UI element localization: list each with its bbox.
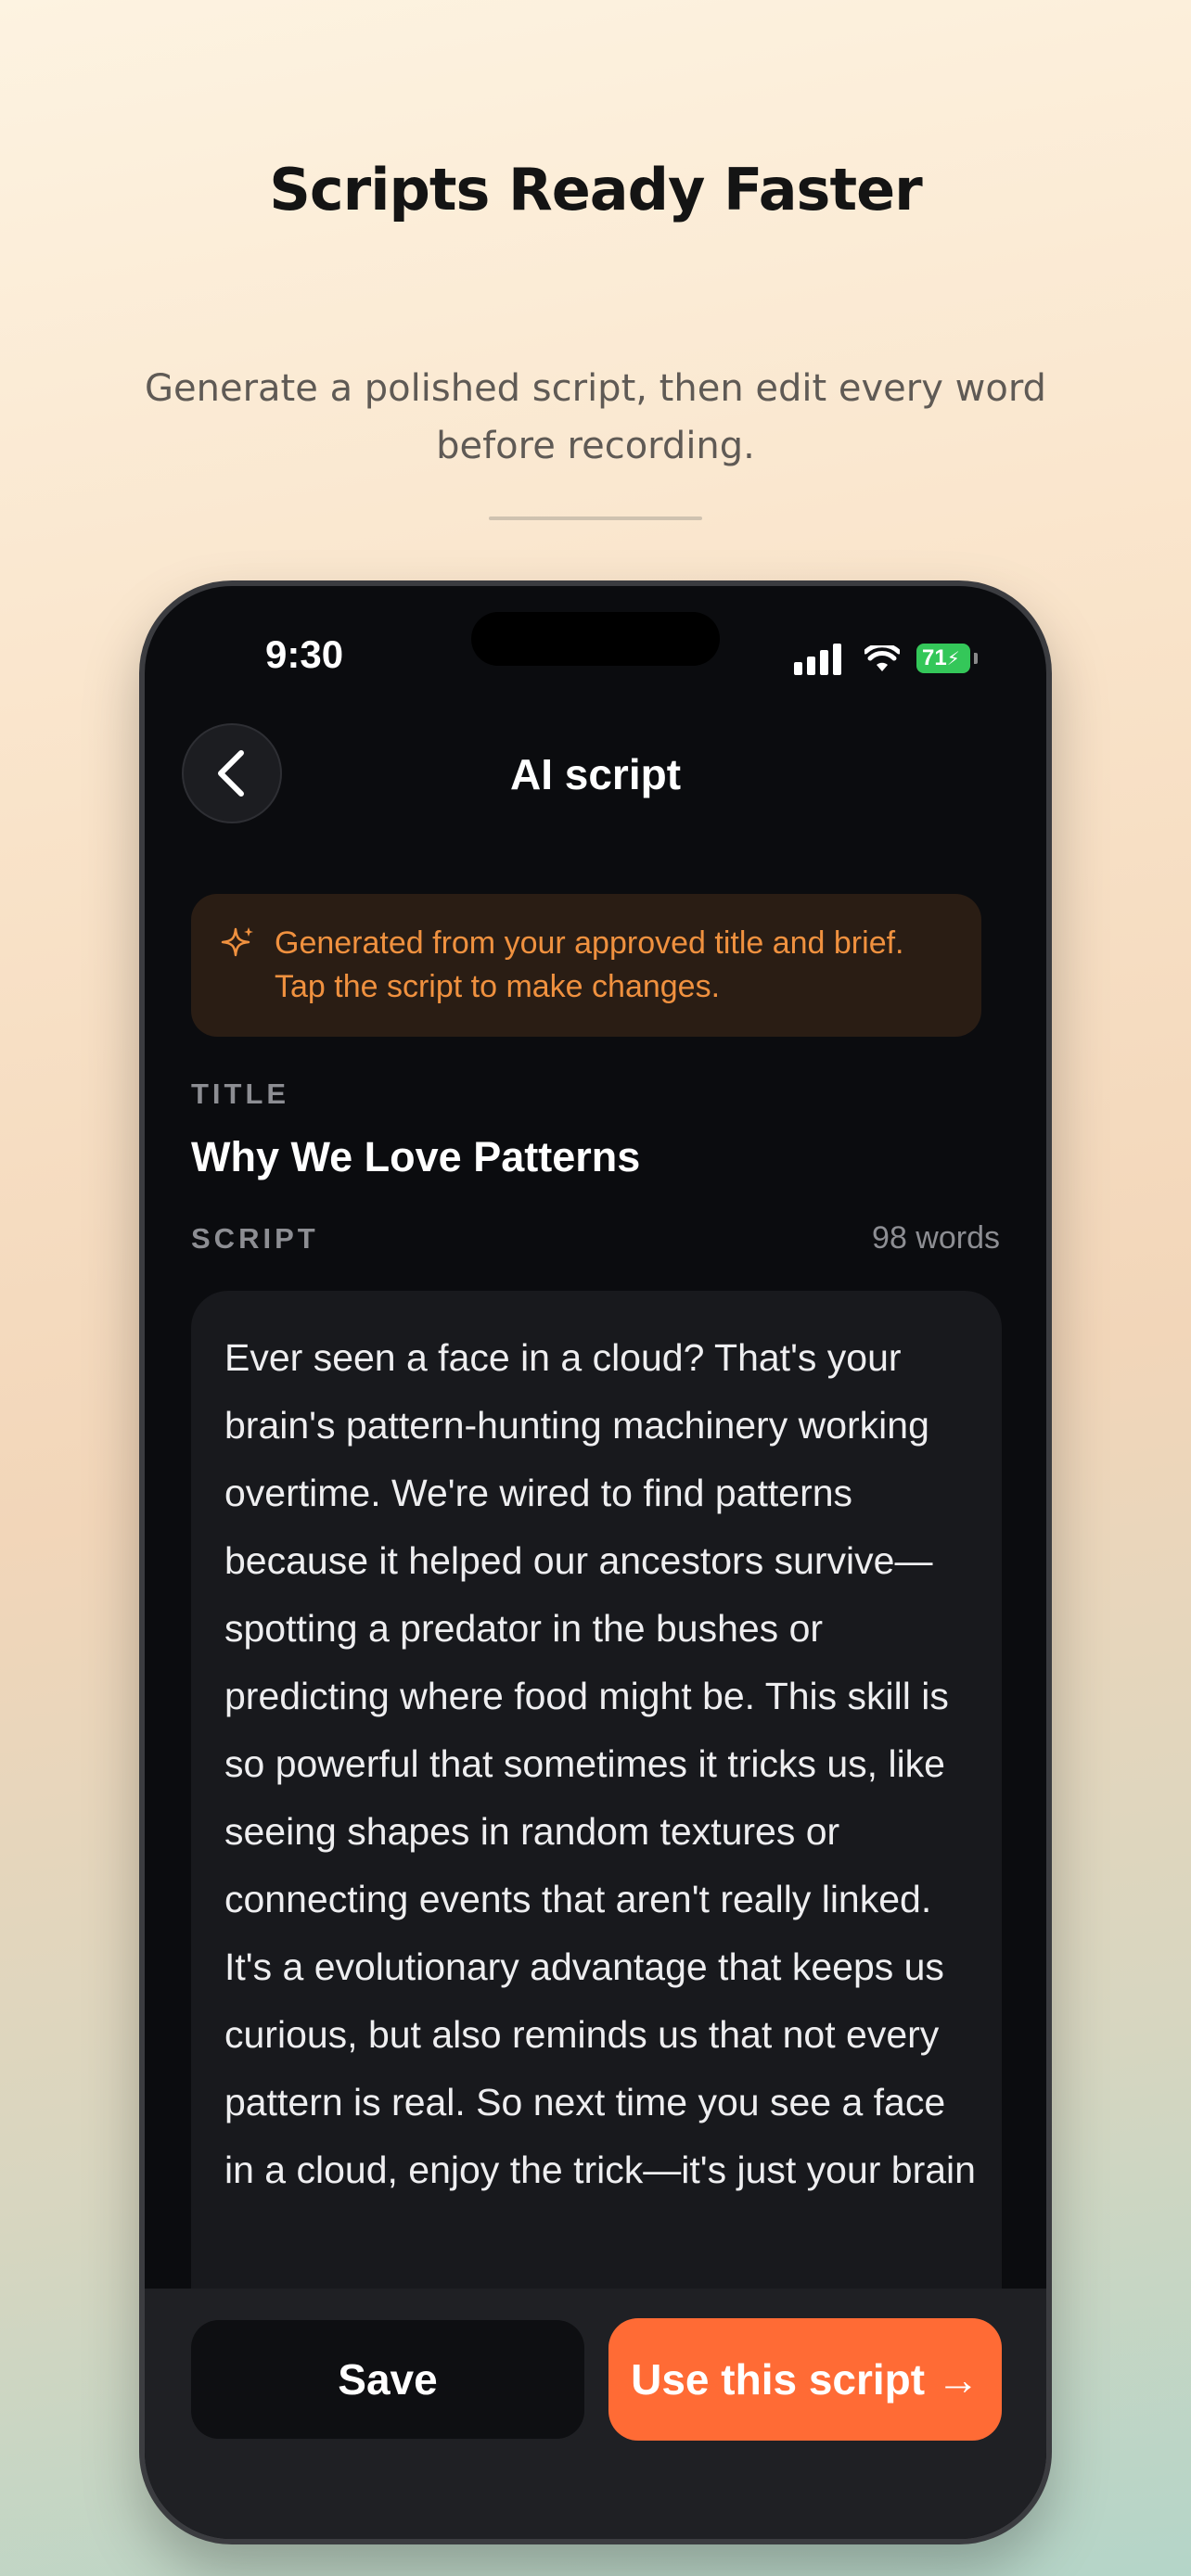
save-button[interactable]: Save bbox=[191, 2320, 584, 2439]
title-label: TITLE bbox=[191, 1078, 290, 1110]
nav-title: AI script bbox=[509, 750, 682, 798]
dynamic-island bbox=[471, 612, 720, 666]
phone-frame: 9:30 71⚡ AI script Generated from your a… bbox=[139, 580, 1052, 2544]
script-label: SCRIPT bbox=[191, 1222, 319, 1255]
notice-line-2: Tap the script to make changes. bbox=[275, 969, 721, 1004]
signal-icon bbox=[794, 644, 844, 675]
status-time: 9:30 bbox=[265, 632, 344, 676]
script-text[interactable]: Ever seen a face in a cloud? That's your… bbox=[224, 1324, 976, 2204]
use-script-button[interactable]: Use this script → bbox=[608, 2318, 1002, 2441]
script-title[interactable]: Why We Love Patterns bbox=[191, 1133, 640, 1181]
battery-cap bbox=[974, 653, 978, 664]
battery-level: 71 bbox=[922, 645, 947, 670]
wifi-icon bbox=[864, 645, 900, 671]
divider bbox=[489, 516, 702, 520]
notice-line-1: Generated from your approved title and b… bbox=[275, 925, 904, 961]
battery-charging-icon: 71⚡ bbox=[916, 644, 970, 673]
subheadline: Generate a polished script, then edit ev… bbox=[145, 367, 1046, 467]
notice-text: Generated from your approved title and b… bbox=[275, 922, 961, 1009]
bottom-action-bar: Save Use this script → bbox=[145, 2289, 1046, 2539]
word-count: 98 words bbox=[872, 1220, 1000, 1256]
generated-notice: Generated from your approved title and b… bbox=[191, 894, 981, 1037]
headline: Scripts Ready Faster bbox=[269, 156, 922, 223]
sparkle-icon bbox=[221, 927, 253, 957]
